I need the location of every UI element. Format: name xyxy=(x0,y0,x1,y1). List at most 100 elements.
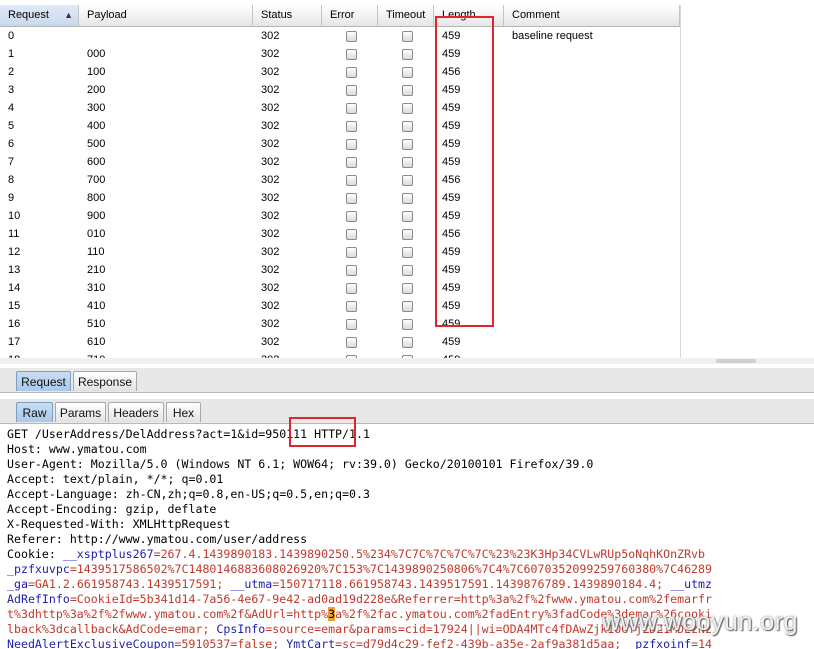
raw-text-segment: Host: www.ymatou.com xyxy=(7,442,147,456)
cell-request: 17 xyxy=(8,336,21,348)
cell-comment: baseline request xyxy=(512,30,593,42)
error-checkbox[interactable] xyxy=(346,247,357,258)
table-row[interactable]: 0 302 459 baseline request xyxy=(0,27,680,45)
raw-text-segment: __xsptplus267 xyxy=(62,547,154,561)
table-row[interactable]: 17 610 302 459 xyxy=(0,333,680,351)
table-row[interactable]: 5 400 302 459 xyxy=(0,117,680,135)
cell-payload xyxy=(79,27,253,45)
timeout-checkbox[interactable] xyxy=(402,175,413,186)
raw-request-line: Accept-Language: zh-CN,zh;q=0.8,en-US;q=… xyxy=(7,487,814,502)
timeout-checkbox[interactable] xyxy=(402,49,413,60)
timeout-checkbox[interactable] xyxy=(402,301,413,312)
tab-label: Hex xyxy=(172,406,195,420)
table-row[interactable]: 15 410 302 459 xyxy=(0,297,680,315)
timeout-checkbox[interactable] xyxy=(402,121,413,132)
tab-headers[interactable]: Headers xyxy=(108,402,164,422)
scrollbar-thumb[interactable] xyxy=(716,359,756,363)
tab-params[interactable]: Params xyxy=(55,402,106,422)
horizontal-scrollbar[interactable] xyxy=(0,358,814,364)
cell-comment xyxy=(504,351,680,358)
timeout-checkbox[interactable] xyxy=(402,229,413,240)
error-checkbox[interactable] xyxy=(346,319,357,330)
timeout-checkbox[interactable] xyxy=(402,193,413,204)
raw-text-segment: lback%3dcallback&AdCode=emar; xyxy=(7,622,217,636)
timeout-checkbox[interactable] xyxy=(402,157,413,168)
tab-request[interactable]: Request xyxy=(16,371,71,391)
error-checkbox[interactable] xyxy=(346,85,357,96)
tab-label: Request xyxy=(21,375,66,389)
table-row[interactable]: 3 200 302 459 xyxy=(0,81,680,99)
column-header-status[interactable]: Status xyxy=(253,5,322,26)
column-header-error[interactable]: Error xyxy=(322,5,378,26)
cell-payload: 000 xyxy=(87,48,106,60)
column-header-label: Timeout xyxy=(386,9,426,21)
table-row[interactable]: 2 100 302 456 xyxy=(0,63,680,81)
tab-label: Headers xyxy=(113,406,159,420)
error-checkbox[interactable] xyxy=(346,175,357,186)
raw-text-segment: X-Requested-With: XMLHttpRequest xyxy=(7,517,231,531)
error-checkbox[interactable] xyxy=(346,139,357,150)
raw-text-segment: t%3dhttp%3a%2f%2fwww.ymatou.com%2f&AdUrl… xyxy=(7,607,329,621)
table-row[interactable]: 7 600 302 459 xyxy=(0,153,680,171)
raw-text-segment: NeedAlertExclusiveCoupon xyxy=(7,637,175,649)
table-row[interactable]: 14 310 302 459 xyxy=(0,279,680,297)
timeout-checkbox[interactable] xyxy=(402,31,413,42)
column-header-comment[interactable]: Comment xyxy=(504,5,680,26)
cell-status: 302 xyxy=(261,210,280,222)
timeout-checkbox[interactable] xyxy=(402,337,413,348)
cell-payload: 710 xyxy=(79,351,253,358)
raw-text-segment: Accept: text/plain, */*; q=0.01 xyxy=(7,472,224,486)
table-row[interactable]: 9 800 302 459 xyxy=(0,189,680,207)
timeout-checkbox[interactable] xyxy=(402,211,413,222)
timeout-checkbox[interactable] xyxy=(402,319,413,330)
table-row[interactable]: 8 700 302 456 xyxy=(0,171,680,189)
error-checkbox[interactable] xyxy=(346,193,357,204)
cell-payload: 210 xyxy=(87,264,106,276)
table-row[interactable]: 6 500 302 459 xyxy=(0,135,680,153)
cell-status: 302 xyxy=(261,48,280,60)
error-checkbox[interactable] xyxy=(346,211,357,222)
tab-response[interactable]: Response xyxy=(73,371,137,391)
timeout-checkbox[interactable] xyxy=(402,85,413,96)
error-checkbox[interactable] xyxy=(346,121,357,132)
timeout-checkbox[interactable] xyxy=(402,265,413,276)
timeout-checkbox[interactable] xyxy=(402,247,413,258)
error-checkbox[interactable] xyxy=(346,337,357,348)
error-checkbox[interactable] xyxy=(346,265,357,276)
cell-status: 302 xyxy=(261,300,280,312)
error-checkbox[interactable] xyxy=(346,301,357,312)
error-checkbox[interactable] xyxy=(346,157,357,168)
column-header-payload[interactable]: Payload xyxy=(79,5,253,26)
table-row[interactable]: 13 210 302 459 xyxy=(0,261,680,279)
error-checkbox[interactable] xyxy=(346,31,357,42)
timeout-checkbox[interactable] xyxy=(402,139,413,150)
tab-hex[interactable]: Hex xyxy=(166,402,201,422)
table-row[interactable]: 12 110 302 459 xyxy=(0,243,680,261)
error-checkbox[interactable] xyxy=(346,283,357,294)
column-header-timeout[interactable]: Timeout xyxy=(378,5,434,26)
cell-request: 5 xyxy=(8,120,15,132)
cell-payload: 610 xyxy=(87,336,106,348)
raw-text-segment: =267.4.1439890183.1439890250.5%234%7C7C%… xyxy=(153,547,706,561)
timeout-checkbox[interactable] xyxy=(402,103,413,114)
cell-payload: 800 xyxy=(87,192,106,204)
tab-raw[interactable]: Raw xyxy=(16,402,53,422)
table-row[interactable]: 16 510 302 459 xyxy=(0,315,680,333)
raw-request-line: User-Agent: Mozilla/5.0 (Windows NT 6.1;… xyxy=(7,457,814,472)
error-checkbox[interactable] xyxy=(346,229,357,240)
raw-request-line: Referer: http://www.ymatou.com/user/addr… xyxy=(7,532,814,547)
cell-comment xyxy=(504,297,680,315)
table-row[interactable]: 11 010 302 456 xyxy=(0,225,680,243)
error-checkbox[interactable] xyxy=(346,49,357,60)
table-row[interactable]: 10 900 302 459 xyxy=(0,207,680,225)
timeout-checkbox[interactable] xyxy=(402,67,413,78)
table-row[interactable]: 1 000 302 459 xyxy=(0,45,680,63)
table-row[interactable]: 18710302 459 xyxy=(0,351,680,358)
raw-text-segment: =1439517586502%7C1480146883608026920%7C1… xyxy=(69,562,712,576)
column-header-request[interactable]: Request ▲ xyxy=(0,5,79,26)
error-checkbox[interactable] xyxy=(346,103,357,114)
table-row[interactable]: 4 300 302 459 xyxy=(0,99,680,117)
error-checkbox[interactable] xyxy=(346,67,357,78)
cell-comment xyxy=(504,99,680,117)
timeout-checkbox[interactable] xyxy=(402,283,413,294)
